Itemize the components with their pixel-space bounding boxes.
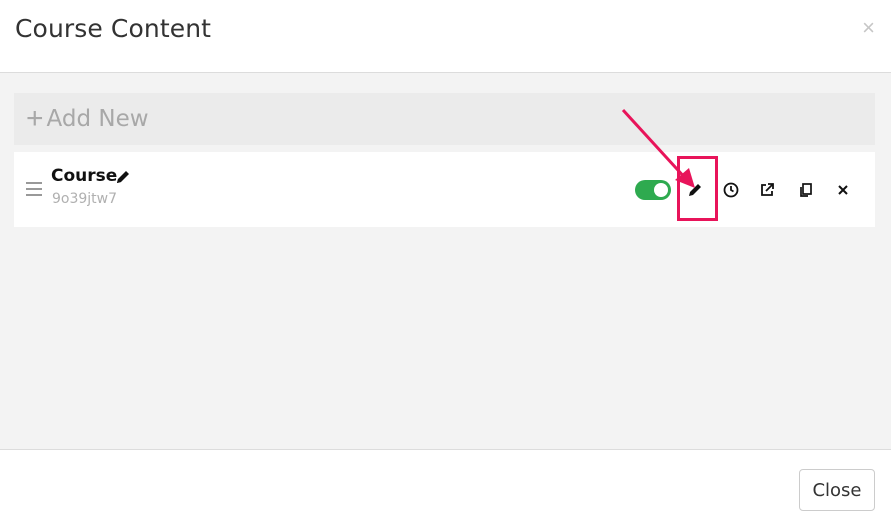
modal-header: Course Content ×	[0, 0, 891, 73]
pencil-icon[interactable]	[114, 168, 132, 186]
history-button[interactable]	[720, 179, 742, 201]
clock-icon	[723, 182, 739, 198]
drag-handle-icon[interactable]	[26, 182, 42, 196]
plus-icon: +	[26, 102, 44, 135]
copy-icon	[800, 183, 812, 197]
close-icon	[838, 185, 848, 195]
modal-title: Course Content	[15, 14, 212, 43]
modal-footer: Close	[0, 449, 891, 523]
item-title: Course	[51, 166, 118, 186]
external-link-icon	[761, 183, 774, 196]
item-code: 9o39jtw7	[52, 191, 118, 207]
course-content-modal: Course Content × + Add New Course 9o39jt…	[0, 0, 891, 523]
toggle-knob	[654, 183, 668, 197]
copy-button[interactable]	[795, 179, 817, 201]
remove-button[interactable]	[832, 179, 854, 201]
add-new-button[interactable]: + Add New	[14, 93, 875, 145]
published-toggle[interactable]	[635, 180, 671, 200]
close-button[interactable]: Close	[799, 469, 875, 511]
modal-close-icon[interactable]: ×	[862, 17, 875, 39]
add-new-label: Add New	[46, 106, 149, 132]
open-external-button[interactable]	[756, 179, 778, 201]
pencil-icon	[689, 184, 701, 196]
modal-body: + Add New Course 9o39jtw7	[0, 73, 891, 449]
content-item: Course 9o39jtw7	[14, 152, 875, 227]
edit-button[interactable]	[684, 179, 706, 201]
